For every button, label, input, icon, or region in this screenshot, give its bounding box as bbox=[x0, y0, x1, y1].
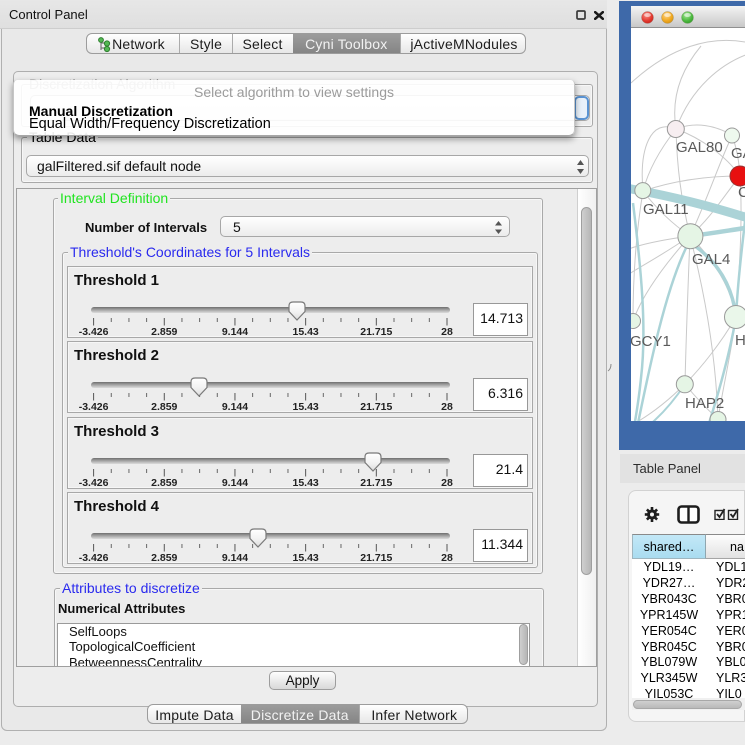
svg-text:GAL11: GAL11 bbox=[643, 201, 689, 218]
svg-text:C: C bbox=[738, 184, 745, 201]
svg-text:H: H bbox=[735, 332, 745, 349]
svg-text:GA: GA bbox=[731, 145, 745, 162]
svg-text:GAL80: GAL80 bbox=[676, 139, 723, 156]
svg-text:GAL4: GAL4 bbox=[692, 251, 730, 268]
svg-text:GCY1: GCY1 bbox=[631, 333, 671, 350]
svg-text:HAP2: HAP2 bbox=[685, 395, 724, 412]
